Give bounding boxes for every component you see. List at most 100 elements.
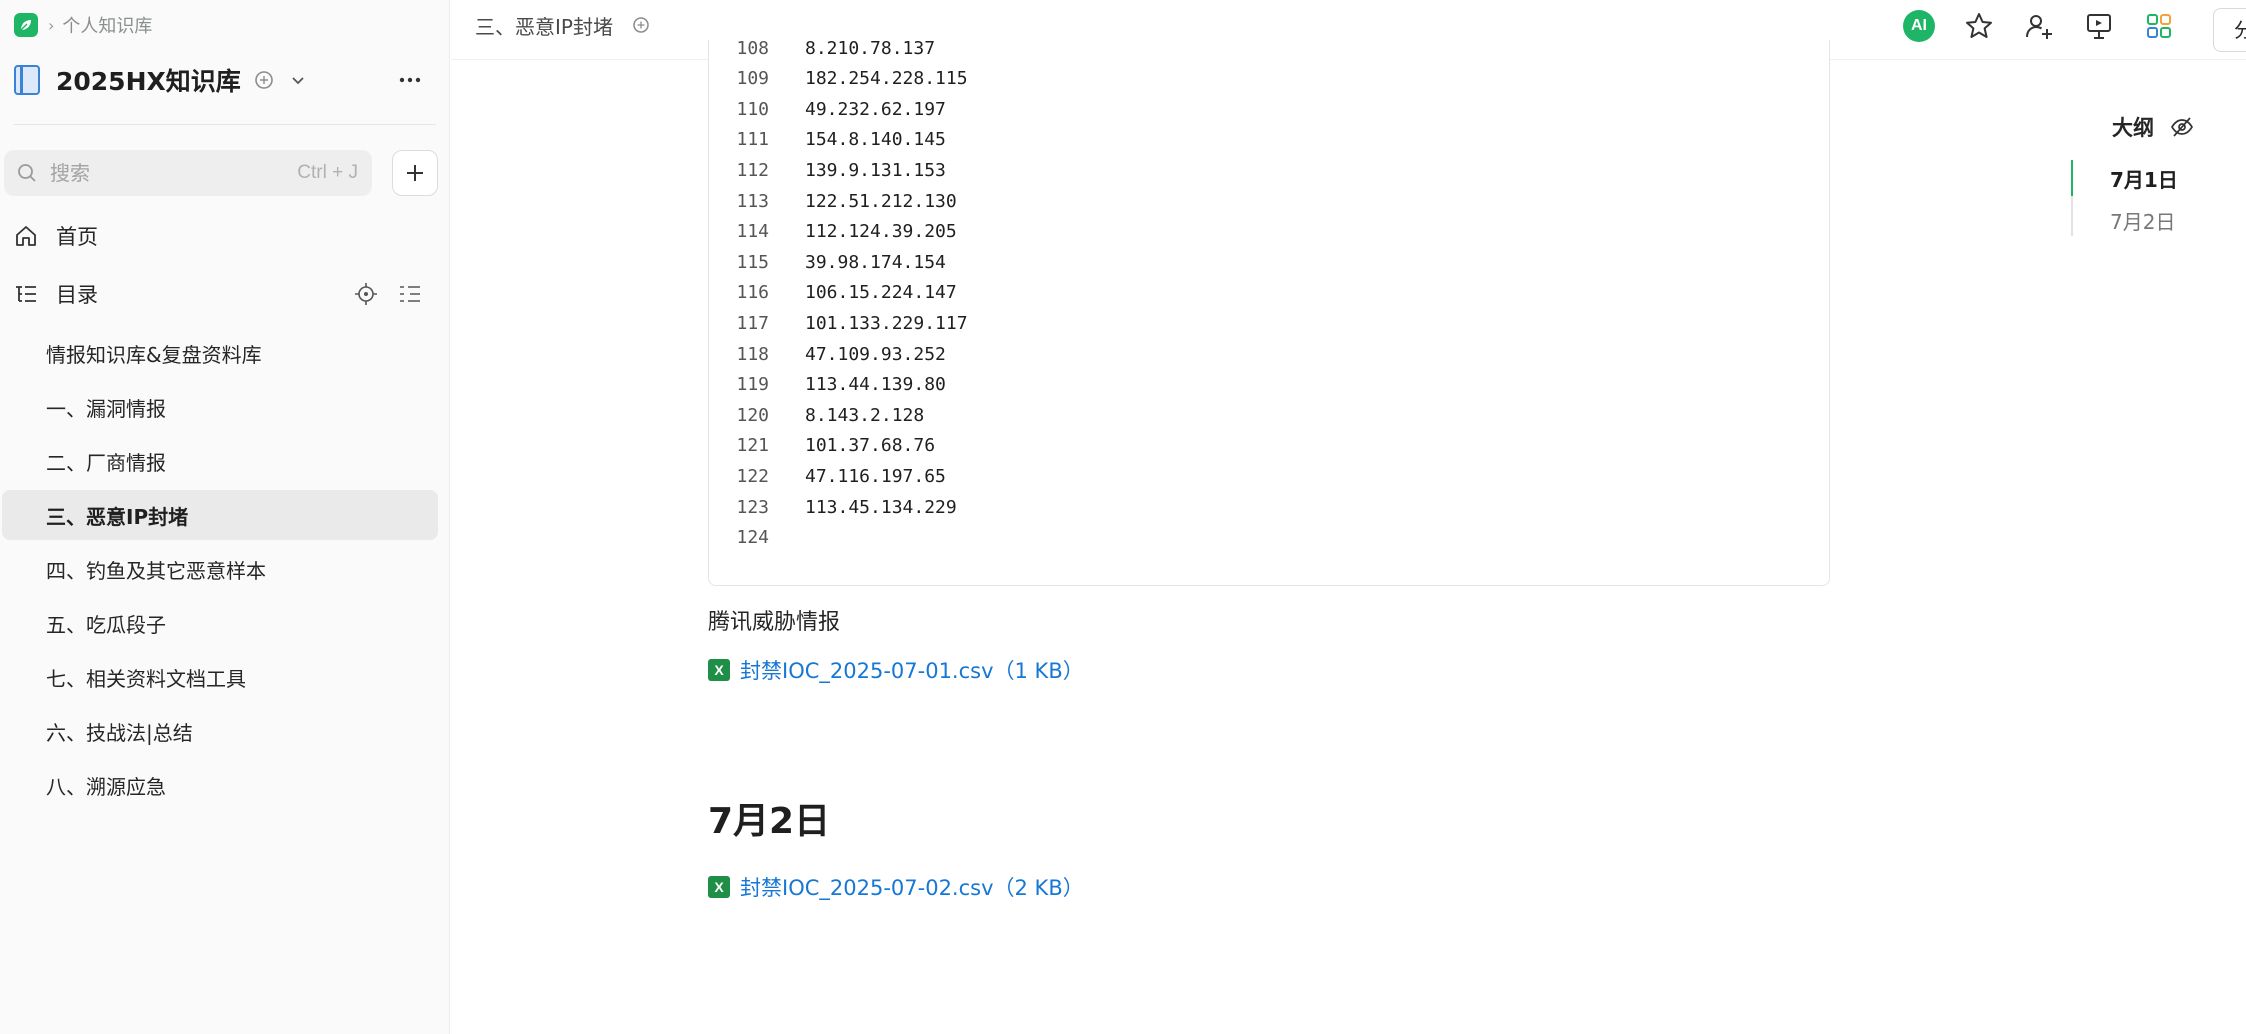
code-text: 112.124.39.205 <box>805 221 957 243</box>
line-number: 118 <box>736 343 769 365</box>
line-number: 113 <box>736 190 769 212</box>
collaborator-button[interactable] <box>2021 8 2057 44</box>
code-line: 111 154.8.140.145 <box>709 125 946 155</box>
kb-header: 2025HX知识库 <box>14 60 436 100</box>
sync-status-icon[interactable] <box>253 69 275 91</box>
toc-item[interactable]: 八、溯源应急 <box>2 760 438 810</box>
code-text: 139.9.131.153 <box>805 159 946 181</box>
code-line: 117 101.133.229.117 <box>709 308 967 338</box>
code-line: 108 8.210.78.137 <box>709 33 935 63</box>
code-line: 114 112.124.39.205 <box>709 217 957 247</box>
file-name[interactable]: 封禁IOC_2025-07-02.csv（2 KB） <box>740 872 1084 902</box>
presentation-icon <box>2087 14 2111 39</box>
heading-july-2: 7月2日 <box>708 801 831 842</box>
sidebar-divider <box>14 124 436 125</box>
toc-item[interactable]: 四、钓鱼及其它恶意样本 <box>2 544 438 594</box>
outline-track <box>2071 160 2073 236</box>
share-button[interactable]: 分 <box>2213 8 2246 52</box>
book-icon <box>14 65 40 95</box>
line-number: 114 <box>736 221 769 243</box>
outline-item[interactable]: 7月1日 <box>2110 161 2178 195</box>
file-name[interactable]: 封禁IOC_2025-07-01.csv（1 KB） <box>740 655 1084 685</box>
code-line: 110 49.232.62.197 <box>709 94 946 124</box>
file-attachment-0702[interactable]: X 封禁IOC_2025-07-02.csv（2 KB） <box>708 872 1084 902</box>
hide-eye-icon[interactable] <box>2170 115 2194 139</box>
toc-icon <box>16 286 36 302</box>
code-text: 47.109.93.252 <box>805 343 946 365</box>
chevron-down-icon[interactable] <box>289 71 307 89</box>
search-shortcut: Ctrl + J <box>297 162 358 183</box>
apps-button[interactable] <box>2141 8 2177 44</box>
code-text: 122.51.212.130 <box>805 190 957 212</box>
more-icon[interactable] <box>396 68 424 92</box>
line-number: 110 <box>736 98 769 120</box>
code-line: 119 113.44.139.80 <box>709 370 945 400</box>
code-block[interactable]: 108 8.210.78.137 109 182.254.228.115 110 49.2… <box>708 38 1830 586</box>
line-number: 115 <box>736 251 769 273</box>
file-attachment-0701[interactable]: X 封禁IOC_2025-07-01.csv（1 KB） <box>708 655 1084 685</box>
add-button[interactable] <box>392 150 438 196</box>
add-user-icon <box>2026 15 2052 39</box>
kb-title[interactable]: 2025HX知识库 <box>56 62 241 98</box>
code-line: 112 139.9.131.153 <box>709 155 946 185</box>
code-text: 154.8.140.145 <box>805 129 946 151</box>
code-line: 124 <box>709 523 805 553</box>
line-number: 124 <box>736 527 769 549</box>
app-logo-icon[interactable] <box>14 13 38 37</box>
line-number: 122 <box>736 465 769 487</box>
line-number: 108 <box>736 37 769 59</box>
star-icon <box>1966 13 1992 38</box>
code-text: 101.37.68.76 <box>805 435 936 457</box>
breadcrumb-item-personal-kb[interactable]: 个人知识库 <box>62 12 152 38</box>
present-button[interactable] <box>2081 8 2117 44</box>
code-text: 47.116.197.65 <box>805 465 946 487</box>
code-line: 115 39.98.174.154 <box>709 247 945 277</box>
code-text: 8.210.78.137 <box>805 37 936 59</box>
home-icon <box>16 226 36 246</box>
code-line: 121 101.37.68.76 <box>709 431 935 461</box>
outline-header: 大纲 <box>2112 112 2194 142</box>
search-input[interactable] <box>50 161 280 185</box>
breadcrumb: › 个人知识库 <box>14 12 152 38</box>
code-text: 8.143.2.128 <box>805 404 925 426</box>
excel-file-icon: X <box>708 659 730 681</box>
toc-item[interactable]: 一、漏洞情报 <box>2 382 438 432</box>
line-number: 121 <box>736 435 769 457</box>
search-box[interactable]: Ctrl + J <box>4 150 372 196</box>
code-line: 118 47.109.93.252 <box>709 339 946 369</box>
nav-home[interactable]: 首页 <box>14 216 436 256</box>
line-number: 117 <box>736 312 769 334</box>
doc-title-text[interactable]: 三、恶意IP封堵 <box>475 11 613 40</box>
ai-assistant-button[interactable]: AI <box>1901 8 1937 44</box>
line-number: 120 <box>736 404 769 426</box>
sidebar: › 个人知识库 2025HX知识库 Ctrl + J <box>0 0 450 1034</box>
code-text: 49.232.62.197 <box>805 98 946 120</box>
collapse-list-icon[interactable] <box>398 282 422 306</box>
outline-item[interactable]: 7月2日 <box>2110 203 2175 237</box>
outline-title: 大纲 <box>2112 116 2154 140</box>
toc-item[interactable]: 六、技战法|总结 <box>2 706 438 756</box>
nav-toc[interactable]: 目录 <box>14 274 436 314</box>
code-text: 106.15.224.147 <box>805 282 957 304</box>
plus-icon <box>407 165 423 181</box>
chevron-right-icon: › <box>48 15 55 35</box>
top-toolbar: AI <box>1901 8 2177 44</box>
line-number: 111 <box>736 129 769 151</box>
toc-item[interactable]: 七、相关资料文档工具 <box>2 652 438 702</box>
sync-status-icon[interactable] <box>631 15 651 35</box>
toc-item[interactable]: 三、恶意IP封堵 <box>2 490 438 540</box>
toc-item[interactable]: 情报知识库&复盘资料库 <box>2 328 438 378</box>
outline-active-marker <box>2071 160 2073 196</box>
toc-item[interactable]: 五、吃瓜段子 <box>2 598 438 648</box>
locate-icon[interactable] <box>354 282 378 306</box>
toc-item[interactable]: 二、厂商情报 <box>2 436 438 486</box>
code-text: 182.254.228.115 <box>805 68 968 90</box>
line-number: 109 <box>736 68 769 90</box>
code-line: 113 122.51.212.130 <box>709 186 957 216</box>
code-line: 122 47.116.197.65 <box>709 461 946 491</box>
code-line: 116 106.15.224.147 <box>709 278 957 308</box>
apps-grid-icon <box>2147 14 2171 38</box>
code-line: 120 8.143.2.128 <box>709 400 924 430</box>
line-number: 116 <box>736 282 769 304</box>
favorite-button[interactable] <box>1961 8 1997 44</box>
